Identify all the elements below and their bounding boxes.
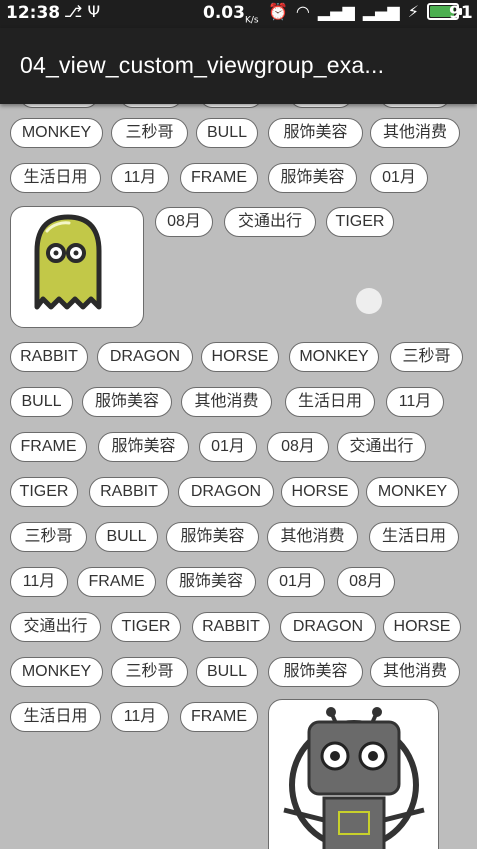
tag-item[interactable]: MONKEY xyxy=(289,342,379,372)
tag-item[interactable]: 11月 xyxy=(386,387,444,417)
tag-item[interactable]: 其他消费 xyxy=(181,387,272,417)
battery-level: 91 xyxy=(449,3,473,23)
tag-item[interactable]: 服饰美容 xyxy=(268,163,357,193)
tag-item[interactable]: 交通出行 xyxy=(10,612,101,642)
tag-item[interactable]: FRAME xyxy=(10,432,87,462)
tag-item[interactable]: 服饰美容 xyxy=(82,387,172,417)
signal2-icon: ▂▄▆ xyxy=(362,2,400,21)
charging-icon: ⚡ xyxy=(407,2,419,21)
signal-icon: ▂▄▆ xyxy=(317,2,355,21)
tag-item[interactable]: 其他消费 xyxy=(370,657,460,687)
tag-item[interactable]: MONKEY xyxy=(10,118,103,148)
network-speed: 0.03K/s xyxy=(203,3,259,25)
tag-item[interactable]: TIGER xyxy=(111,612,181,642)
tag-item[interactable]: MONKEY xyxy=(366,477,459,507)
tag-cutoff xyxy=(380,104,450,108)
tag-item[interactable]: BULL xyxy=(196,657,258,687)
share-icon: ⎇ xyxy=(64,2,83,21)
tag-item[interactable]: MONKEY xyxy=(10,657,103,687)
tag-item[interactable]: 三秒哥 xyxy=(390,342,463,372)
tag-item[interactable]: HORSE xyxy=(383,612,461,642)
tag-item[interactable]: 08月 xyxy=(267,432,329,462)
network-speed-unit: K/s xyxy=(244,15,259,26)
tag-cutoff xyxy=(20,104,98,108)
tag-item[interactable]: 11月 xyxy=(111,163,169,193)
tag-item[interactable]: FRAME xyxy=(77,567,156,597)
tag-item[interactable]: 其他消费 xyxy=(267,522,358,552)
robot-image[interactable] xyxy=(268,699,439,849)
usb-icon: Ψ xyxy=(87,2,101,21)
tag-item[interactable]: BULL xyxy=(196,118,258,148)
tag-item[interactable]: 08月 xyxy=(155,207,213,237)
tag-item[interactable]: BULL xyxy=(95,522,158,552)
tag-item[interactable]: 其他消费 xyxy=(370,118,460,148)
tag-item[interactable]: 11月 xyxy=(111,702,169,732)
tag-item[interactable]: 三秒哥 xyxy=(10,522,87,552)
tag-item[interactable]: 服饰美容 xyxy=(166,567,256,597)
tag-cutoff xyxy=(200,104,262,108)
tag-item[interactable]: DRAGON xyxy=(97,342,193,372)
tag-item[interactable]: FRAME xyxy=(180,163,258,193)
tag-item[interactable]: 三秒哥 xyxy=(111,657,188,687)
tag-item[interactable]: 01月 xyxy=(267,567,325,597)
alarm-icon: ⏰ xyxy=(268,2,288,21)
wifi-icon: ◠ xyxy=(295,2,310,21)
network-speed-value: 0.03 xyxy=(203,3,245,23)
tag-item[interactable]: 生活日用 xyxy=(369,522,459,552)
tag-item[interactable]: 三秒哥 xyxy=(111,118,188,148)
tag-item[interactable]: BULL xyxy=(10,387,73,417)
tag-item[interactable]: 服饰美容 xyxy=(98,432,189,462)
tag-item[interactable]: 生活日用 xyxy=(10,163,101,193)
tag-item[interactable]: TIGER xyxy=(326,207,394,237)
page-title: 04_view_custom_viewgroup_exa... xyxy=(20,52,385,78)
tag-item[interactable]: 生活日用 xyxy=(285,387,375,417)
status-time: 12:38 xyxy=(6,3,61,23)
touch-indicator xyxy=(356,288,382,314)
notification-icons: ⎇ Ψ xyxy=(64,2,100,21)
tag-item[interactable]: TIGER xyxy=(10,477,78,507)
tag-item[interactable]: 交通出行 xyxy=(337,432,426,462)
ghost-icon xyxy=(34,214,102,310)
tag-item[interactable]: 服饰美容 xyxy=(268,657,363,687)
tag-item[interactable]: HORSE xyxy=(281,477,359,507)
tag-item[interactable]: 生活日用 xyxy=(10,702,101,732)
tag-item[interactable]: 01月 xyxy=(370,163,428,193)
tag-item[interactable]: DRAGON xyxy=(280,612,376,642)
app-bar: 04_view_custom_viewgroup_exa... xyxy=(0,28,477,104)
status-bar: 12:38 ⎇ Ψ 0.03K/s ⏰ ◠ ▂▄▆ ▂▄▆ ⚡ 91 xyxy=(0,0,477,28)
tag-cutoff xyxy=(120,104,182,108)
flow-layout: MONKEY 三秒哥 BULL 服饰美容 其他消费 生活日用 11月 FRAME 服饰美容 01月… xyxy=(0,104,477,849)
system-icons: ⏰ ◠ ▂▄▆ ▂▄▆ ⚡ xyxy=(268,2,462,21)
tag-item[interactable]: 服饰美容 xyxy=(268,118,363,148)
tag-item[interactable]: DRAGON xyxy=(178,477,274,507)
robot-icon xyxy=(283,707,425,849)
tag-item[interactable]: 11月 xyxy=(10,567,68,597)
tag-item[interactable]: 服饰美容 xyxy=(166,522,259,552)
tag-item[interactable]: 交通出行 xyxy=(224,207,316,237)
ghost-image[interactable] xyxy=(10,206,144,328)
tag-cutoff xyxy=(290,104,352,108)
tag-item[interactable]: FRAME xyxy=(180,702,258,732)
tag-item[interactable]: RABBIT xyxy=(192,612,270,642)
tag-item[interactable]: RABBIT xyxy=(89,477,169,507)
tag-item[interactable]: RABBIT xyxy=(10,342,88,372)
tag-item[interactable]: 01月 xyxy=(199,432,257,462)
tag-item[interactable]: HORSE xyxy=(201,342,279,372)
tag-item[interactable]: 08月 xyxy=(337,567,395,597)
